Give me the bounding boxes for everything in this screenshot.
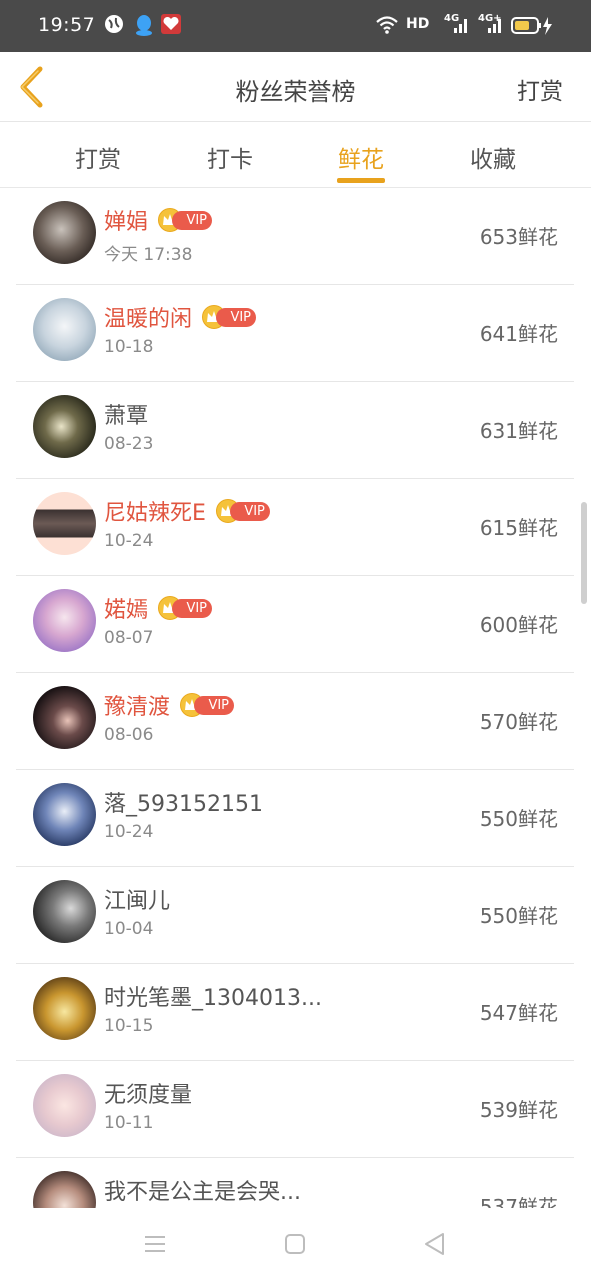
active-tab-indicator xyxy=(337,178,385,183)
fan-date: 10-24 xyxy=(104,531,154,551)
back-triangle-icon xyxy=(425,1233,444,1255)
list-item[interactable]: 婼嫣 VIP 08-07 600鲜花 xyxy=(16,576,574,673)
fan-name: 萧覃 xyxy=(104,404,149,429)
list-item[interactable]: 豫清渡 VIP 08-06 570鲜花 xyxy=(16,673,574,770)
hd-indicator: HD xyxy=(406,16,430,32)
tab-reward[interactable]: 打赏 xyxy=(48,140,148,174)
avatar xyxy=(33,1171,96,1208)
flower-count: 600鲜花 xyxy=(479,613,558,637)
fan-name: 婼嫣 VIP xyxy=(104,592,214,624)
flower-count: 537鲜花 xyxy=(479,1195,558,1208)
tab-flowers[interactable]: 鲜花 xyxy=(311,140,411,174)
fan-date: 08-07 xyxy=(104,628,154,648)
app-header: 粉丝荣誉榜 打赏 xyxy=(0,52,591,122)
avatar xyxy=(33,201,96,264)
status-bar: 19:57 HD 4G 4G+ xyxy=(0,0,591,52)
fan-name: 婵娟 VIP xyxy=(104,204,214,236)
battery-icon xyxy=(511,16,555,38)
signal-icon xyxy=(452,16,474,38)
vip-badge: VIP xyxy=(158,208,214,232)
avatar xyxy=(33,1074,96,1137)
flower-count: 615鲜花 xyxy=(479,516,558,540)
tab-checkin[interactable]: 打卡 xyxy=(180,140,280,174)
wifi-icon xyxy=(376,15,398,37)
fan-name: 豫清渡 VIP xyxy=(104,689,236,721)
avatar xyxy=(33,395,96,458)
fan-name: 温暖的闲 VIP xyxy=(104,301,258,333)
scrollbar[interactable] xyxy=(581,502,587,604)
fan-date: 10-15 xyxy=(104,1016,154,1036)
flower-count: 550鲜花 xyxy=(479,904,558,928)
fan-name: 落_593152151 xyxy=(104,792,263,817)
fan-date: 10-24 xyxy=(104,822,154,842)
tab-bar: 打赏 打卡 鲜花 收藏 xyxy=(0,122,591,188)
avatar xyxy=(33,298,96,361)
fan-date: 10-04 xyxy=(104,919,154,939)
fan-name: 江闽儿 xyxy=(104,889,171,914)
fan-date: 今天 17:38 xyxy=(104,245,193,265)
app-notification-icon xyxy=(161,14,183,36)
fan-date: 10-18 xyxy=(104,337,154,357)
vip-badge: VIP xyxy=(158,596,214,620)
list-item[interactable]: 尼姑辣死E VIP 10-24 615鲜花 xyxy=(16,479,574,576)
list-item[interactable]: 我不是公主是会哭... 537鲜花 xyxy=(16,1158,574,1208)
flower-count: 539鲜花 xyxy=(479,1098,558,1122)
reward-button[interactable]: 打赏 xyxy=(517,72,563,106)
signal-icon-2 xyxy=(486,16,508,38)
vip-badge: VIP xyxy=(202,305,258,329)
home-button[interactable] xyxy=(281,1230,309,1258)
avatar xyxy=(33,783,96,846)
qq-icon xyxy=(134,14,156,36)
flower-count: 550鲜花 xyxy=(479,807,558,831)
flower-count: 547鲜花 xyxy=(479,1001,558,1025)
avatar xyxy=(33,686,96,749)
fan-date: 08-06 xyxy=(104,725,154,745)
list-item[interactable]: 萧覃 08-23 631鲜花 xyxy=(16,382,574,479)
flower-count: 631鲜花 xyxy=(479,419,558,443)
menu-icon xyxy=(145,1236,165,1252)
flower-count: 641鲜花 xyxy=(479,322,558,346)
back-nav-button[interactable] xyxy=(421,1230,449,1258)
list-item[interactable]: 婵娟 VIP 今天 17:38 653鲜花 xyxy=(16,188,574,285)
list-item[interactable]: 落_593152151 10-24 550鲜花 xyxy=(16,770,574,867)
list-item[interactable]: 温暖的闲 VIP 10-18 641鲜花 xyxy=(16,285,574,382)
fan-name: 我不是公主是会哭... xyxy=(104,1180,301,1205)
flower-count: 570鲜花 xyxy=(479,710,558,734)
fan-name: 尼姑辣死E VIP xyxy=(104,495,272,527)
fan-date: 08-23 xyxy=(104,434,154,454)
status-time: 19:57 xyxy=(38,14,96,36)
fan-list: 婵娟 VIP 今天 17:38 653鲜花 温暖的闲 VIP 10-18 641鲜花… xyxy=(0,188,591,1208)
globe-icon xyxy=(104,14,126,36)
list-item[interactable]: 江闽儿 10-04 550鲜花 xyxy=(16,867,574,964)
page-title: 粉丝荣誉榜 xyxy=(235,78,356,106)
vip-badge: VIP xyxy=(180,693,236,717)
avatar xyxy=(33,977,96,1040)
tab-favorites[interactable]: 收藏 xyxy=(443,140,543,174)
menu-button[interactable] xyxy=(141,1230,169,1258)
vip-badge: VIP xyxy=(215,499,272,523)
fan-date: 10-11 xyxy=(104,1113,154,1133)
list-item[interactable]: 时光笔墨_1304013... 10-15 547鲜花 xyxy=(16,964,574,1061)
home-icon xyxy=(285,1234,305,1254)
flower-count: 653鲜花 xyxy=(479,225,558,249)
avatar xyxy=(33,589,96,652)
system-nav-bar xyxy=(0,1208,591,1280)
avatar xyxy=(33,492,96,555)
fan-name: 无须度量 xyxy=(104,1083,193,1108)
list-item[interactable]: 无须度量 10-11 539鲜花 xyxy=(16,1061,574,1158)
avatar xyxy=(33,880,96,943)
fan-name: 时光笔墨_1304013... xyxy=(104,986,322,1011)
